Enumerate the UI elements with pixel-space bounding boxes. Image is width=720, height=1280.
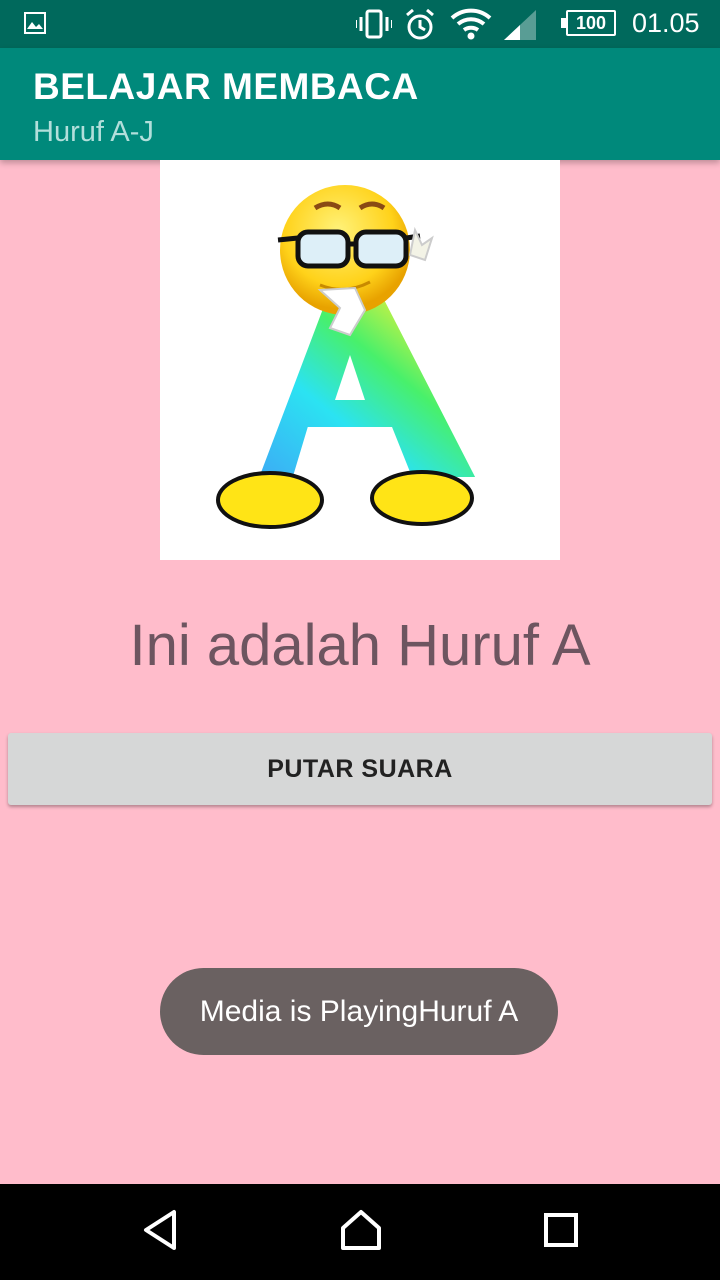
home-icon[interactable] [339,1208,383,1252]
battery-icon: 100 [561,10,616,36]
wifi-icon [450,8,492,40]
gallery-icon [24,12,46,34]
signal-icon [504,10,536,40]
letter-a-image [160,160,560,560]
recents-icon[interactable] [542,1208,580,1252]
letter-caption: Ini adalah Huruf A [129,613,591,678]
status-bar: 100 01.05 [0,0,720,48]
app-subtitle: Huruf A-J [33,116,154,148]
vibrate-icon [356,9,392,39]
app-bar: BELAJAR MEMBACA Huruf A-J [0,48,720,160]
alarm-icon [406,9,434,40]
play-sound-button[interactable]: PUTAR SUARA [8,733,712,805]
toast-message: Media is PlayingHuruf A [160,968,558,1055]
app-title: BELAJAR MEMBACA [33,66,419,107]
clock: 01.05 [632,8,700,38]
navigation-bar [0,1184,720,1280]
back-icon[interactable] [140,1208,180,1252]
